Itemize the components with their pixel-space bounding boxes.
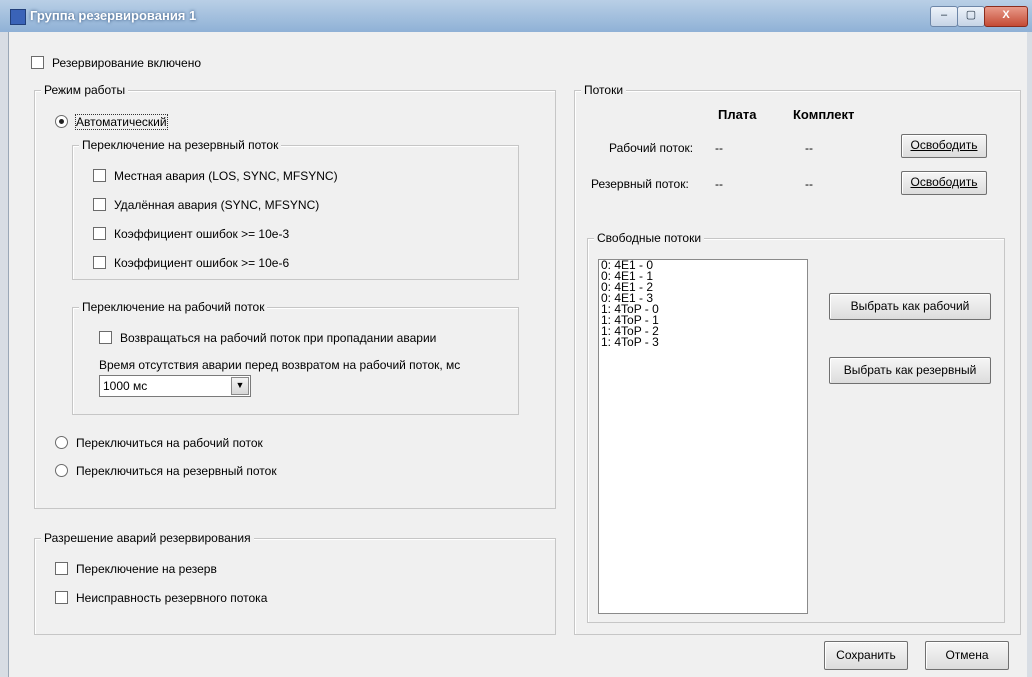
backup-board-value: -- <box>715 177 723 191</box>
mode-legend: Режим работы <box>41 83 129 97</box>
title-bar: Группа резервирования 1 – ▢ X <box>0 0 1032 32</box>
delay-select[interactable]: 1000 мс ▼ <box>99 375 251 397</box>
switch-to-reserve-checkbox[interactable]: Переключение на резерв <box>55 562 217 576</box>
radio-dot[interactable] <box>55 464 68 477</box>
checkbox-box[interactable] <box>93 169 106 182</box>
release-work-label: Освободить <box>910 138 978 152</box>
checkbox-box[interactable] <box>93 256 106 269</box>
window-title: Группа резервирования 1 <box>30 8 197 23</box>
select-as-work-button[interactable]: Выбрать как рабочий <box>829 293 991 320</box>
backup-enabled-checkbox[interactable]: Резервирование включено <box>31 56 201 70</box>
radio-dot[interactable] <box>55 115 68 128</box>
list-item[interactable]: 1: 4ToP - 3 <box>599 336 807 348</box>
checkbox-box[interactable] <box>93 198 106 211</box>
ber-3-checkbox[interactable]: Коэффициент ошибок >= 10e-3 <box>93 227 289 241</box>
remote-alarm-label: Удалённая авария (SYNC, MFSYNC) <box>114 198 320 212</box>
free-streams-list[interactable]: 0: 4E1 - 0 0: 4E1 - 1 0: 4E1 - 2 0: 4E1 … <box>598 259 808 614</box>
delay-value: 1000 мс <box>103 379 148 393</box>
release-backup-label: Освободить <box>910 175 978 189</box>
delay-label: Время отсутствия аварии перед возвратом … <box>99 358 461 372</box>
streams-group: Потоки Плата Комплект Рабочий поток: -- … <box>574 83 1021 635</box>
local-alarm-checkbox[interactable]: Местная авария (LOS, SYNC, MFSYNC) <box>93 169 338 183</box>
select-as-backup-button[interactable]: Выбрать как резервный <box>829 357 991 384</box>
work-board-value: -- <box>715 141 723 155</box>
save-button[interactable]: Сохранить <box>824 641 908 670</box>
checkbox-box[interactable] <box>99 331 112 344</box>
return-checkbox[interactable]: Возвращаться на рабочий поток при пропад… <box>99 331 436 345</box>
minimize-button[interactable]: – <box>930 6 958 27</box>
backup-fault-label: Неисправность резервного потока <box>76 591 268 605</box>
backup-enabled-label: Резервирование включено <box>52 56 202 70</box>
streams-legend: Потоки <box>581 83 627 97</box>
manual-backup-label: Переключиться на резервный поток <box>76 464 277 478</box>
checkbox-box[interactable] <box>55 562 68 575</box>
switch-to-work-legend: Переключение на рабочий поток <box>79 300 268 314</box>
radio-dot[interactable] <box>55 436 68 449</box>
ber-6-label: Коэффициент ошибок >= 10e-6 <box>114 256 290 270</box>
switch-to-backup-group: Переключение на резервный поток Местная … <box>72 138 519 280</box>
alarms-legend: Разрешение аварий резервирования <box>41 531 254 545</box>
manual-work-label: Переключиться на рабочий поток <box>76 436 263 450</box>
ber-6-checkbox[interactable]: Коэффициент ошибок >= 10e-6 <box>93 256 289 270</box>
dialog-body: Резервирование включено Режим работы Авт… <box>8 32 1027 677</box>
release-backup-button[interactable]: Освободить <box>901 171 987 195</box>
local-alarm-label: Местная авария (LOS, SYNC, MFSYNC) <box>114 169 338 183</box>
backup-fault-checkbox[interactable]: Неисправность резервного потока <box>55 591 267 605</box>
maximize-button[interactable]: ▢ <box>957 6 985 27</box>
checkbox-box[interactable] <box>93 227 106 240</box>
checkbox-box[interactable] <box>55 591 68 604</box>
checkbox-box[interactable] <box>31 56 44 69</box>
switch-to-reserve-label: Переключение на резерв <box>76 562 217 576</box>
free-streams-group: Свободные потоки 0: 4E1 - 0 0: 4E1 - 1 0… <box>587 231 1005 623</box>
board-header: Плата <box>718 107 757 122</box>
app-icon <box>10 9 26 25</box>
work-set-value: -- <box>805 141 813 155</box>
backup-set-value: -- <box>805 177 813 191</box>
auto-radio[interactable]: Автоматический <box>55 114 168 130</box>
switch-to-backup-legend: Переключение на резервный поток <box>79 138 282 152</box>
remote-alarm-checkbox[interactable]: Удалённая авария (SYNC, MFSYNC) <box>93 198 319 212</box>
free-streams-legend: Свободные потоки <box>594 231 705 245</box>
set-header: Комплект <box>793 107 855 122</box>
ber-3-label: Коэффициент ошибок >= 10e-3 <box>114 227 290 241</box>
alarms-group: Разрешение аварий резервирования Переклю… <box>34 531 556 635</box>
auto-label: Автоматический <box>75 114 168 130</box>
work-stream-label: Рабочий поток: <box>609 141 694 155</box>
return-label: Возвращаться на рабочий поток при пропад… <box>120 331 437 345</box>
close-button[interactable]: X <box>984 6 1028 27</box>
manual-backup-radio[interactable]: Переключиться на резервный поток <box>55 464 277 478</box>
mode-group: Режим работы Автоматический Переключение… <box>34 83 556 509</box>
dropdown-arrow-icon[interactable]: ▼ <box>231 377 249 395</box>
release-work-button[interactable]: Освободить <box>901 134 987 158</box>
switch-to-work-group: Переключение на рабочий поток Возвращать… <box>72 300 519 415</box>
manual-work-radio[interactable]: Переключиться на рабочий поток <box>55 436 263 450</box>
backup-stream-label: Резервный поток: <box>591 177 689 191</box>
cancel-button[interactable]: Отмена <box>925 641 1009 670</box>
